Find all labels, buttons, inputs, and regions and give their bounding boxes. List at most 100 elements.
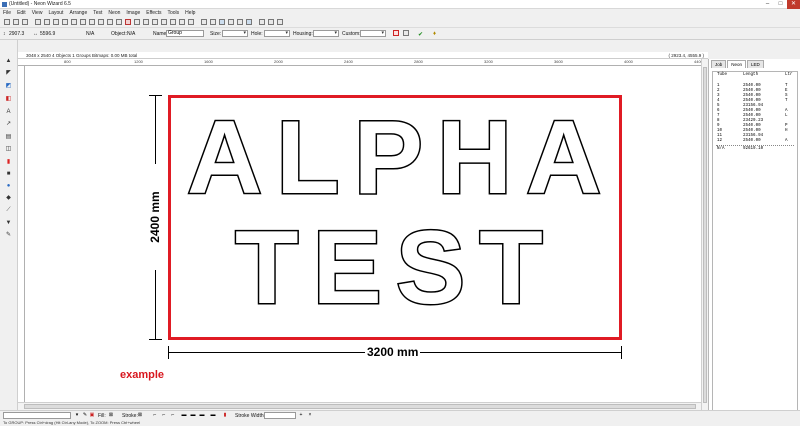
vertical-scroll-thumb[interactable] xyxy=(703,67,707,403)
dropdown-arrow-icon[interactable]: ▾ xyxy=(74,413,80,418)
line-style-icon[interactable]: ▬ xyxy=(181,413,187,418)
select-tool-icon[interactable]: ▲ xyxy=(5,58,12,64)
open-file-icon[interactable] xyxy=(13,19,19,25)
save-icon[interactable] xyxy=(22,19,28,25)
stroke-label: Stroke: xyxy=(122,413,138,419)
line-end-icon[interactable]: ⌐ xyxy=(152,413,158,418)
zoom-in-icon[interactable] xyxy=(259,19,265,25)
print-tool-icon[interactable]: ▤ xyxy=(5,134,12,140)
x-coordinate-value[interactable]: 2907.3 xyxy=(9,31,24,37)
tab-neon[interactable]: Neon xyxy=(727,60,747,68)
redo-icon[interactable] xyxy=(44,19,50,25)
grid-icon[interactable] xyxy=(219,19,225,25)
cut-icon[interactable] xyxy=(53,19,59,25)
vertical-scrollbar[interactable] xyxy=(701,59,708,412)
table-icon[interactable] xyxy=(246,19,252,25)
menu-file[interactable]: File xyxy=(0,9,14,17)
ellipse-tool-icon[interactable]: ● xyxy=(5,183,12,189)
curve-tool-icon[interactable]: ↗ xyxy=(5,121,12,127)
minimize-icon[interactable]: – xyxy=(761,0,774,9)
tube-row[interactable]: 12 2540.00 A xyxy=(713,139,797,144)
drawing-canvas[interactable]: ALPHA TEST 3200 mm 2400 mm example xyxy=(25,66,708,402)
measure-tool-icon[interactable]: ◫ xyxy=(5,146,12,152)
custom-select[interactable] xyxy=(360,30,386,37)
flip-vertical-icon[interactable] xyxy=(188,19,194,25)
zoom-out-icon[interactable] xyxy=(268,19,274,25)
tube-list[interactable]: Tube Length Ltr 1 2540.00 T 2 2540.00 E 3 2540.… xyxy=(712,71,798,411)
polygon-tool-icon[interactable]: ◆ xyxy=(5,195,12,201)
paste-icon[interactable] xyxy=(71,19,77,25)
menu-tools[interactable]: Tools xyxy=(164,9,182,17)
line-end-icon[interactable]: ⌐ xyxy=(170,413,176,418)
size-select[interactable] xyxy=(222,30,248,37)
copy-icon[interactable] xyxy=(62,19,68,25)
menu-neon[interactable]: Neon xyxy=(105,9,123,17)
line-style-icon[interactable]: ▬ xyxy=(210,413,216,418)
crop-tool-icon[interactable]: ◩ xyxy=(5,83,12,89)
color-tool-icon[interactable]: ▮ xyxy=(5,159,12,165)
hole-select[interactable] xyxy=(264,30,290,37)
sign-text-line-1[interactable]: ALPHA xyxy=(185,105,615,212)
rectangle-tool-icon[interactable]: ■ xyxy=(5,171,12,177)
stroke-color-icon[interactable]: ▮ xyxy=(222,413,228,418)
shape-tool-icon[interactable]: ◧ xyxy=(5,96,12,102)
fill-color-icon[interactable]: ✎ xyxy=(82,413,88,418)
eyedropper-tool-icon[interactable]: ✎ xyxy=(5,232,12,238)
rulers-icon[interactable] xyxy=(228,19,234,25)
export-icon[interactable] xyxy=(98,19,104,25)
align-icon[interactable] xyxy=(152,19,158,25)
fill-toggle-icon[interactable] xyxy=(403,30,409,36)
sign-text-line-2[interactable]: TEST xyxy=(234,215,557,322)
distribute-icon[interactable] xyxy=(161,19,167,25)
check-icon[interactable]: ✔ xyxy=(418,31,423,38)
line-end-icon[interactable]: ⌐ xyxy=(161,413,167,418)
menu-edit[interactable]: Edit xyxy=(14,9,29,17)
menu-image[interactable]: Image xyxy=(123,9,143,17)
close-icon[interactable]: ✕ xyxy=(787,0,800,9)
no-fill-icon[interactable]: ▣ xyxy=(89,413,95,418)
ungroup-icon[interactable] xyxy=(116,19,122,25)
close-icon[interactable]: × xyxy=(307,413,313,418)
menu-layout[interactable]: Layout xyxy=(45,9,66,17)
housing-select[interactable] xyxy=(313,30,339,37)
order-icon[interactable] xyxy=(170,19,176,25)
line-style-icon[interactable]: ▬ xyxy=(199,413,205,418)
name-input[interactable]: Group xyxy=(166,30,204,37)
menu-effects[interactable]: Effects xyxy=(143,9,164,17)
stroke-swatch-icon[interactable]: ⊠ xyxy=(137,413,143,418)
lightbulb-icon[interactable]: ♦ xyxy=(433,31,436,37)
text-tool-icon[interactable]: A xyxy=(5,109,12,115)
menu-arrange[interactable]: Arrange xyxy=(66,9,90,17)
print-icon[interactable] xyxy=(89,19,95,25)
line-style-icon[interactable]: ▬ xyxy=(190,413,196,418)
new-file-icon[interactable] xyxy=(4,19,10,25)
layer-select[interactable] xyxy=(3,412,71,419)
fill-tool-icon[interactable]: ▼ xyxy=(5,220,12,226)
home-icon[interactable] xyxy=(125,19,131,25)
stroke-width-input[interactable] xyxy=(264,412,296,419)
plus-icon[interactable]: + xyxy=(298,413,304,418)
flip-horizontal-icon[interactable] xyxy=(179,19,185,25)
fill-swatch-icon[interactable]: ⊠ xyxy=(108,413,114,418)
undo-icon[interactable] xyxy=(35,19,41,25)
import-icon[interactable] xyxy=(80,19,86,25)
group-icon[interactable] xyxy=(107,19,113,25)
pencil-icon[interactable] xyxy=(134,19,140,25)
zoom-fit-icon[interactable] xyxy=(277,19,283,25)
border-toggle-icon[interactable] xyxy=(393,30,399,36)
y-coordinate-value[interactable]: 5596.9 xyxy=(40,31,55,37)
line-tool-icon[interactable]: ⟋ xyxy=(5,207,12,213)
maximize-icon[interactable]: □ xyxy=(774,0,787,9)
menu-help[interactable]: Help xyxy=(182,9,198,17)
menu-view[interactable]: View xyxy=(29,9,46,17)
tab-job[interactable]: Job xyxy=(711,60,727,68)
horizontal-scroll-thumb[interactable] xyxy=(24,404,696,409)
tab-led[interactable]: LED xyxy=(747,60,764,68)
snap-icon[interactable] xyxy=(210,19,216,25)
horizontal-scrollbar[interactable] xyxy=(18,402,701,410)
brush-icon[interactable] xyxy=(143,19,149,25)
view-icon[interactable] xyxy=(237,19,243,25)
menu-test[interactable]: Test xyxy=(90,9,105,17)
node-tool-icon[interactable]: ◤ xyxy=(5,70,12,76)
lock-icon[interactable] xyxy=(201,19,207,25)
